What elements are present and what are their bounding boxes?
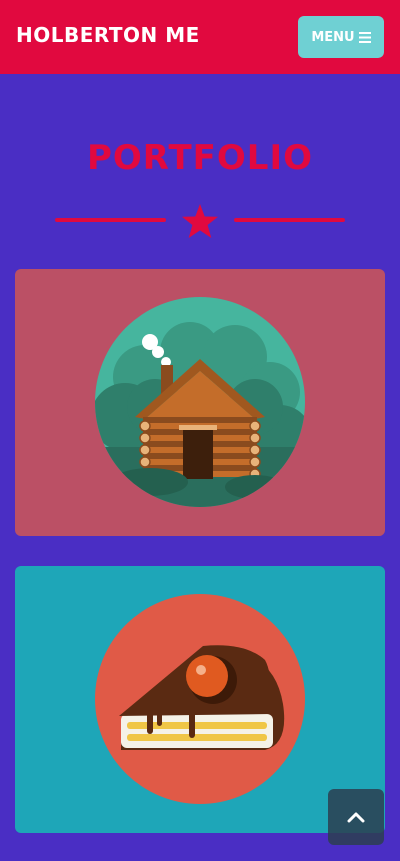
bars-icon — [358, 31, 371, 43]
cake-icon — [95, 594, 305, 804]
star-icon — [182, 204, 218, 238]
portfolio-title: PORTFOLIO — [86, 138, 313, 178]
navbar: HOLBERTON ME MENU — [0, 0, 400, 74]
menu-button[interactable]: MENU — [298, 16, 384, 58]
chevron-up-icon — [347, 812, 365, 823]
divider-line-left — [55, 218, 166, 222]
portfolio-item-cabin[interactable] — [15, 269, 385, 536]
brand-link[interactable]: HOLBERTON ME — [16, 23, 200, 47]
scroll-to-top-button[interactable] — [328, 789, 384, 845]
menu-label: MENU — [311, 29, 355, 45]
cabin-icon — [95, 297, 305, 507]
divider-line-right — [234, 218, 345, 222]
